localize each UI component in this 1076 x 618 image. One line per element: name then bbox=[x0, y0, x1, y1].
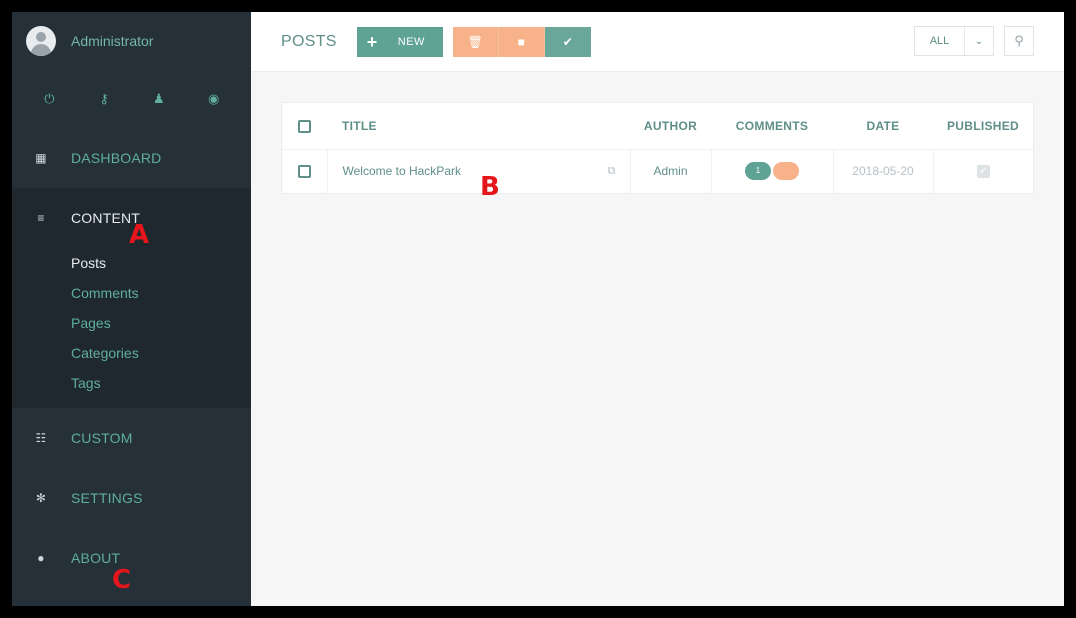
column-comments[interactable]: COMMENTS bbox=[711, 103, 833, 150]
select-all-checkbox[interactable] bbox=[298, 119, 311, 133]
row-checkbox[interactable] bbox=[297, 165, 311, 179]
sidebar-item-tags[interactable]: Tags bbox=[12, 368, 251, 398]
check-icon: ✔ bbox=[562, 34, 573, 49]
row-date: 2018-05-20 bbox=[832, 149, 933, 193]
key-icon[interactable]: ⚷ bbox=[89, 91, 119, 107]
sidebar-item-categories[interactable]: Categories bbox=[12, 338, 251, 368]
column-date[interactable]: DATE bbox=[833, 103, 933, 150]
published-checkbox[interactable]: ✓ bbox=[976, 165, 990, 179]
column-author[interactable]: AUTHOR bbox=[630, 103, 711, 150]
unpublish-button[interactable]: ■ bbox=[498, 26, 545, 57]
profile[interactable]: Administrator bbox=[12, 12, 251, 70]
external-link-icon[interactable]: ⧉ bbox=[608, 165, 616, 178]
quick-actions: ⏻ ⚷ ♟ ◉ bbox=[12, 70, 251, 128]
page-title: POSTS bbox=[281, 32, 337, 50]
filter-label: ALL bbox=[915, 27, 965, 55]
annotation-marker-b: B bbox=[480, 172, 500, 202]
comments-approved-badge[interactable]: 1 bbox=[745, 162, 771, 181]
sidebar: Administrator ⏻ ⚷ ♟ ◉ ▦ DASHBOARD ≡ CONT… bbox=[12, 12, 251, 606]
nav-about[interactable]: ● ABOUT bbox=[12, 528, 251, 588]
delete-button[interactable]: 🗑 bbox=[452, 26, 499, 57]
annotation-marker-a: A bbox=[129, 220, 150, 250]
info-icon: ● bbox=[37, 551, 45, 565]
square-icon: ■ bbox=[517, 34, 525, 49]
toolbar: POSTS + NEW 🗑 ■ ✔ ALL ⌄ ⚲ bbox=[251, 12, 1064, 72]
filter-dropdown[interactable]: ALL ⌄ bbox=[914, 26, 994, 56]
nav-custom[interactable]: ☷ CUSTOM bbox=[12, 408, 251, 468]
avatar bbox=[26, 26, 56, 56]
search-button[interactable]: ⚲ bbox=[1004, 26, 1034, 56]
dashboard-icon: ▦ bbox=[35, 151, 47, 165]
column-published[interactable]: PUBLISHED bbox=[933, 103, 1033, 150]
user-icon[interactable]: ♟ bbox=[144, 91, 174, 107]
globe-icon[interactable]: ◉ bbox=[199, 91, 229, 107]
publish-button[interactable]: ✔ bbox=[544, 26, 591, 57]
profile-name: Administrator bbox=[71, 33, 154, 49]
post-title-link[interactable]: Welcome to HackPark bbox=[343, 164, 461, 178]
nav-custom-label: CUSTOM bbox=[71, 430, 133, 446]
sidebar-item-posts[interactable]: Posts bbox=[12, 248, 251, 278]
gear-icon: ✻ bbox=[35, 491, 47, 505]
sidebar-item-pages[interactable]: Pages bbox=[12, 308, 251, 338]
search-icon: ⚲ bbox=[1014, 33, 1024, 48]
plus-icon: + bbox=[366, 31, 378, 52]
app-frame: Administrator ⏻ ⚷ ♟ ◉ ▦ DASHBOARD ≡ CONT… bbox=[12, 12, 1064, 606]
nav-about-label: ABOUT bbox=[71, 550, 121, 566]
main-panel: POSTS + NEW 🗑 ■ ✔ ALL ⌄ ⚲ TITLE AUTHOR C… bbox=[251, 12, 1064, 606]
row-title-cell: Welcome to HackPark ⧉ bbox=[326, 149, 630, 193]
comments-pending-badge[interactable] bbox=[773, 162, 799, 181]
new-button-label: NEW bbox=[397, 35, 425, 48]
select-all-cell bbox=[282, 103, 327, 150]
bulk-actions: 🗑 ■ ✔ bbox=[452, 26, 591, 57]
new-post-button[interactable]: + NEW bbox=[356, 26, 443, 57]
row-select-cell bbox=[282, 149, 327, 193]
nav-dashboard[interactable]: ▦ DASHBOARD bbox=[12, 128, 251, 188]
table-row: Welcome to HackPark ⧉ Admin 1 2018-05-20… bbox=[282, 149, 1033, 193]
row-published-cell: ✓ bbox=[932, 149, 1033, 193]
nav-settings[interactable]: ✻ SETTINGS bbox=[12, 468, 251, 528]
trash-icon: 🗑 bbox=[467, 34, 483, 49]
chevron-down-icon[interactable]: ⌄ bbox=[965, 27, 993, 55]
sidebar-item-comments[interactable]: Comments bbox=[12, 278, 251, 308]
table-header-row: TITLE AUTHOR COMMENTS DATE PUBLISHED bbox=[282, 103, 1033, 150]
power-icon[interactable]: ⏻ bbox=[34, 91, 64, 107]
nav-settings-label: SETTINGS bbox=[71, 490, 143, 506]
annotation-marker-c: C bbox=[112, 565, 132, 595]
row-author: Admin bbox=[629, 149, 711, 193]
posts-table: TITLE AUTHOR COMMENTS DATE PUBLISHED Wel… bbox=[281, 102, 1034, 194]
sliders-icon: ☷ bbox=[35, 431, 47, 445]
menu-lines-icon: ≡ bbox=[37, 211, 45, 225]
row-comments-cell: 1 bbox=[710, 149, 833, 193]
nav-dashboard-label: DASHBOARD bbox=[71, 150, 162, 166]
column-title[interactable]: TITLE bbox=[327, 103, 630, 150]
